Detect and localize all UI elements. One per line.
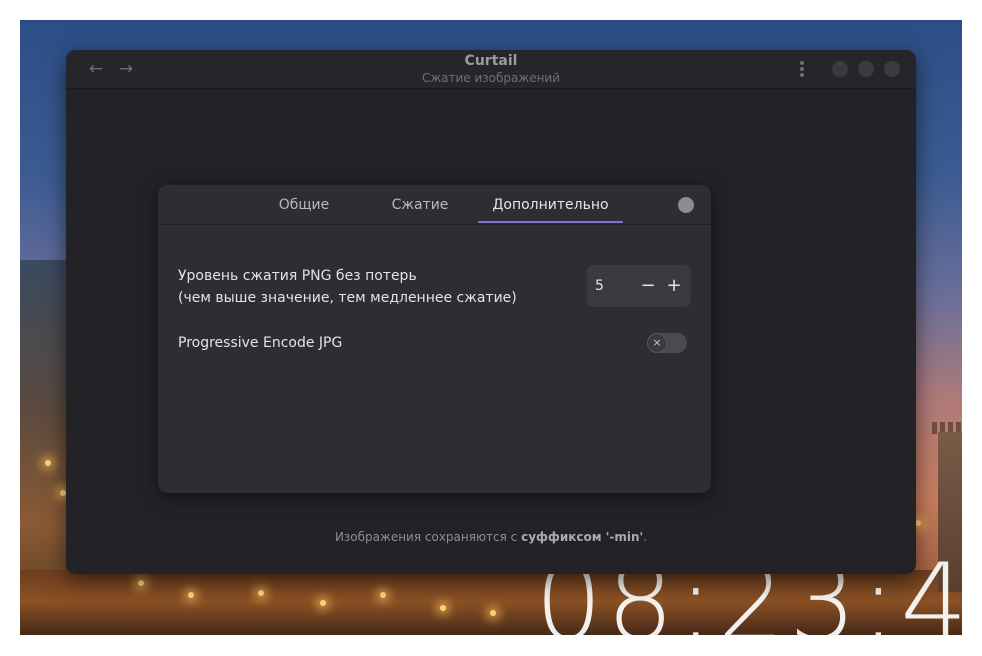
- tab-general[interactable]: Общие: [266, 185, 342, 225]
- tab-advanced[interactable]: Дополнительно: [478, 185, 623, 225]
- png-level-hint: (чем выше значение, тем медленнее сжатие…: [178, 290, 517, 306]
- main-menu-button[interactable]: [796, 59, 808, 79]
- close-window-button[interactable]: [884, 61, 900, 77]
- tab-compression[interactable]: Сжатие: [382, 185, 458, 225]
- maximize-button[interactable]: [858, 61, 874, 77]
- suffix-note-end: .: [643, 530, 648, 544]
- kebab-menu-dot: [800, 67, 804, 71]
- wallpaper-light: [258, 590, 264, 596]
- suffix-note: Изображения сохраняются с суффиксом '-mi…: [66, 530, 916, 544]
- dialog-close-button[interactable]: [678, 197, 694, 213]
- png-level-spinbutton[interactable]: 5 − +: [587, 265, 691, 307]
- headerbar: ← → Curtail Сжатие изображений: [66, 50, 916, 89]
- wallpaper-light: [138, 580, 144, 586]
- kebab-menu-icon: [800, 61, 804, 65]
- wallpaper-light: [440, 605, 446, 611]
- png-level-title: Уровень сжатия PNG без потерь: [178, 268, 417, 284]
- progressive-jpg-label: Progressive Encode JPG: [178, 335, 343, 351]
- kebab-menu-dot: [800, 73, 804, 77]
- wallpaper-light: [380, 592, 386, 598]
- preferences-tabbar: Общие Сжатие Дополнительно: [158, 185, 711, 225]
- plus-icon: +: [666, 275, 682, 296]
- switch-knob: ×: [647, 333, 667, 353]
- close-x-icon: ×: [652, 336, 662, 349]
- decrement-button[interactable]: −: [635, 265, 661, 307]
- wallpaper-light: [320, 600, 326, 606]
- suffix-note-bold: суффиксом '-min': [521, 530, 644, 544]
- png-level-value[interactable]: 5: [595, 265, 604, 307]
- suffix-note-prefix: Изображения сохраняются с: [334, 530, 522, 544]
- app-title: Curtail: [464, 53, 518, 69]
- window-title-block: Curtail Сжатие изображений: [66, 52, 916, 86]
- increment-button[interactable]: +: [661, 265, 687, 307]
- wallpaper-light: [490, 610, 496, 616]
- minus-icon: −: [640, 275, 656, 296]
- preferences-dialog: Общие Сжатие Дополнительно Уровень сжати…: [158, 185, 711, 493]
- progressive-jpg-switch[interactable]: ×: [647, 333, 687, 353]
- wallpaper-light: [188, 592, 194, 598]
- png-level-label: Уровень сжатия PNG без потерь (чем выше …: [178, 265, 517, 309]
- minimize-button[interactable]: [832, 61, 848, 77]
- app-subtitle: Сжатие изображений: [421, 71, 561, 85]
- wallpaper-light: [45, 460, 51, 466]
